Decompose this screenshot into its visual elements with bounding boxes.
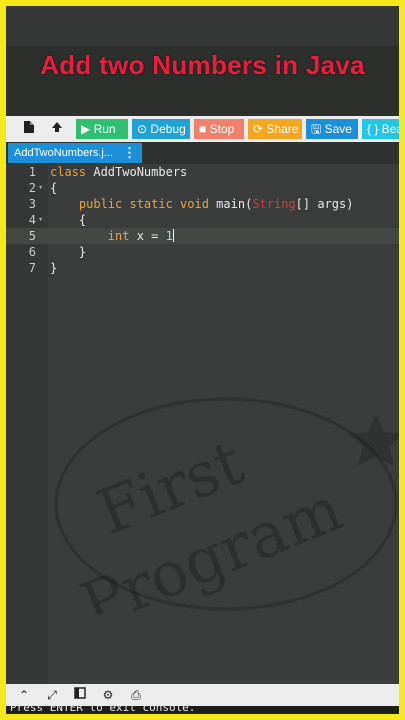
console-text: Press ENTER to exit console. xyxy=(10,706,196,714)
share-button[interactable]: ⟳ Share xyxy=(248,119,302,139)
watermark-line2: Program xyxy=(71,472,352,614)
fold-arrow-icon[interactable]: ▾ xyxy=(38,180,43,196)
keyword-class: class xyxy=(50,165,87,179)
watermark-logo: First Program xyxy=(54,397,399,614)
input-icon[interactable]: ⎙ xyxy=(128,687,144,703)
code-line: 3 public static void main(String[] args) xyxy=(6,196,399,212)
console-toolbar: ⌃ ⤢ ⚙ ⎙ xyxy=(6,684,399,706)
stop-button[interactable]: ■ Stop xyxy=(194,119,244,139)
line-number: 6 xyxy=(28,245,36,259)
run-label: Run xyxy=(93,122,116,136)
run-button[interactable]: ▶ Run xyxy=(76,119,128,139)
chevron-up-icon[interactable]: ⌃ xyxy=(16,687,32,703)
code-text: } xyxy=(50,261,58,275)
code-line: 6 } xyxy=(6,244,399,260)
code-line: 4 ▾ { xyxy=(6,212,399,228)
top-band xyxy=(6,6,399,46)
code-text: { xyxy=(50,212,86,228)
code-text: int x = 1 xyxy=(50,228,174,244)
fold-arrow-icon[interactable]: ▾ xyxy=(38,212,43,228)
line-number: 5 xyxy=(28,229,36,243)
tab-filename: AddTwoNumbers.j... xyxy=(14,147,114,159)
save-icon: 🖫 xyxy=(311,122,322,136)
code-line: 2 ▾ { xyxy=(6,180,399,196)
debug-button[interactable]: ⊙ Debug xyxy=(132,119,190,139)
file-tabs: AddTwoNumbers.j... ⋮ xyxy=(6,142,399,164)
terminal-icon[interactable] xyxy=(72,687,88,703)
beautify-button[interactable]: { } Bea xyxy=(362,119,399,139)
video-title: Add two Numbers in Java xyxy=(40,50,365,80)
code-editor[interactable]: First Program 1 class AddTwoNumbers 2 ▾ … xyxy=(6,164,399,684)
line-number: 1 xyxy=(28,165,36,179)
code-text: public static void main(String[] args) xyxy=(50,196,354,212)
watermark-line1: First xyxy=(87,425,253,549)
vertical-dots-icon[interactable]: ⋮ xyxy=(123,143,136,163)
assignment: x = xyxy=(129,229,166,243)
code-line: 7 } xyxy=(6,260,399,276)
upload-icon[interactable] xyxy=(48,120,66,138)
save-button[interactable]: 🖫 Save xyxy=(306,119,358,139)
beautify-label: { } Bea xyxy=(367,122,399,136)
code-text: class AddTwoNumbers xyxy=(50,164,187,180)
toolbar: ▶ Run ⊙ Debug ■ Stop ⟳ Share 🖫 Save { } … xyxy=(6,116,399,143)
save-label: Save xyxy=(324,122,352,136)
code-text: { xyxy=(50,181,58,195)
class-name: AddTwoNumbers xyxy=(93,165,188,179)
code-line-active: 5 int x = 1 xyxy=(6,228,399,244)
debug-icon: ⊙ xyxy=(137,122,148,136)
file-icon-glyph xyxy=(24,121,34,133)
expand-icon[interactable]: ⤢ xyxy=(44,687,60,703)
number-literal: 1 xyxy=(165,229,173,243)
close-brace: } xyxy=(78,245,87,259)
star-icon xyxy=(348,414,399,466)
open-brace: { xyxy=(78,213,87,227)
param-type: String xyxy=(252,197,296,211)
gear-icon[interactable]: ⚙ xyxy=(100,687,116,703)
stop-label: Stop xyxy=(209,122,235,136)
line-number: 4 xyxy=(28,213,36,227)
method-modifiers: public static void xyxy=(78,197,209,211)
upload-icon-glyph xyxy=(52,122,62,132)
share-icon: ⟳ xyxy=(253,122,264,136)
debug-label: Debug xyxy=(150,122,186,136)
stop-icon: ■ xyxy=(199,122,207,136)
video-frame: Add two Numbers in Java ▶ Run ⊙ Debug ■ … xyxy=(6,6,399,714)
method-name: main( xyxy=(208,197,253,211)
line-number: 3 xyxy=(28,197,36,211)
code-text: } xyxy=(50,244,86,260)
tab-addtwonumbers[interactable]: AddTwoNumbers.j... ⋮ xyxy=(8,143,142,163)
file-icon[interactable] xyxy=(20,120,38,138)
play-icon: ▶ xyxy=(81,122,91,136)
output-console[interactable]: Press ENTER to exit console. xyxy=(6,706,399,714)
text-cursor xyxy=(172,229,174,242)
terminal-icon-glyph xyxy=(74,687,86,699)
type-keyword: int xyxy=(107,229,130,243)
share-label: Share xyxy=(266,122,299,136)
code-line: 1 class AddTwoNumbers xyxy=(6,164,399,180)
param-rest: [] args) xyxy=(295,197,354,211)
line-number: 2 xyxy=(28,181,36,195)
line-number: 7 xyxy=(28,261,36,275)
